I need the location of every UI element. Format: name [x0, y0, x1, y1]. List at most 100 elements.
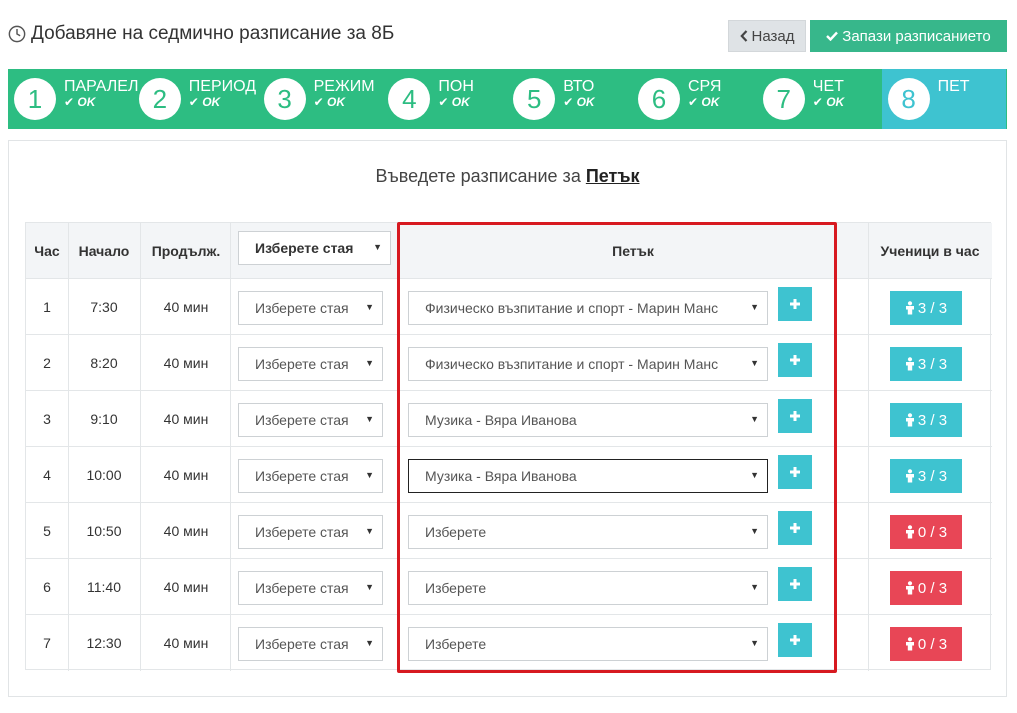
wizard-step[interactable]: 6 СРЯ ✔ OK — [632, 69, 757, 129]
cell-start: 8:20 — [90, 355, 118, 371]
table-header: Час Начало Продълж. Изберете стая ▼ Петъ… — [26, 223, 992, 279]
step-status-text: OK — [451, 95, 470, 109]
step-status: ✔ OK — [563, 95, 594, 109]
add-subject-button[interactable] — [778, 399, 812, 433]
subject-select[interactable]: Изберете ▼ — [408, 515, 768, 549]
step-status-text: OK — [327, 95, 345, 109]
caret-down-icon: ▼ — [365, 358, 374, 368]
header-duration: Продълж. — [151, 243, 221, 259]
wizard-step[interactable]: 4 ПОН ✔ OK — [382, 69, 507, 129]
room-select[interactable]: Изберете стая ▼ — [238, 459, 383, 493]
subject-select[interactable]: Изберете ▼ — [408, 627, 768, 661]
subject-select[interactable]: Физическо възпитание и спорт - Марин Ман… — [408, 347, 768, 381]
students-badge[interactable]: 0 / 3 — [890, 571, 962, 605]
students-badge[interactable]: 0 / 3 — [890, 515, 962, 549]
step-status: ✔ OK — [438, 95, 469, 109]
back-button[interactable]: Назад — [728, 20, 806, 52]
check-icon — [826, 31, 839, 41]
wizard-step[interactable]: 1 ПАРАЛЕЛ ✔ OK — [8, 69, 138, 129]
plus-icon — [790, 411, 800, 421]
step-label: ПЕРИОД — [188, 78, 257, 95]
wizard-step[interactable]: 8 ПЕТ — [881, 69, 1007, 129]
wizard-step[interactable]: 2 ПЕРИОД ✔ OK — [133, 69, 258, 129]
wizard-step[interactable]: 7 ЧЕТ ✔ OK — [757, 69, 882, 129]
room-select-text: Изберете стая — [255, 356, 349, 372]
step-status-text: OK — [576, 95, 595, 109]
cell-hour: 7 — [43, 635, 51, 651]
room-select[interactable]: Изберете стая ▼ — [238, 291, 383, 325]
step-number: 7 — [762, 78, 805, 120]
step-number: 8 — [887, 78, 930, 120]
subject-select[interactable]: Музика - Вяра Иванова ▼ — [408, 403, 768, 437]
add-subject-button[interactable] — [778, 623, 812, 657]
room-select[interactable]: Изберете стая ▼ — [238, 347, 383, 381]
student-icon — [905, 301, 914, 315]
step-label: ПАРАЛЕЛ — [64, 78, 139, 95]
save-schedule-button[interactable]: Запази разписанието — [810, 20, 1007, 52]
cell-duration: 40 мин — [163, 523, 209, 539]
step-status: ✔ OK — [813, 95, 844, 109]
student-icon — [905, 581, 914, 595]
caret-down-icon: ▼ — [750, 470, 759, 480]
cell-hour: 5 — [43, 523, 51, 539]
caret-down-icon: ▼ — [750, 302, 759, 312]
step-label: РЕЖИМ — [313, 78, 375, 95]
step-label: СРЯ — [687, 78, 722, 95]
subject-select[interactable]: Изберете ▼ — [408, 571, 768, 605]
step-label: ПОН — [438, 78, 474, 95]
caret-down-icon: ▼ — [365, 582, 374, 592]
add-subject-button[interactable] — [778, 511, 812, 545]
add-subject-button[interactable] — [778, 455, 812, 489]
room-select[interactable]: Изберете стая ▼ — [238, 403, 383, 437]
students-badge[interactable]: 3 / 3 — [890, 347, 962, 381]
wizard-step[interactable]: 3 РЕЖИМ ✔ OK — [258, 69, 383, 129]
check-icon: ✔ — [313, 95, 324, 109]
step-status: ✔ OK — [64, 95, 95, 109]
caret-down-icon: ▼ — [365, 638, 374, 648]
caret-down-icon: ▼ — [750, 358, 759, 368]
subject-select-text: Изберете — [425, 580, 487, 596]
student-icon — [905, 357, 914, 371]
student-icon — [905, 469, 914, 483]
subject-select[interactable]: Физическо възпитание и спорт - Марин Ман… — [408, 291, 768, 325]
cell-hour: 3 — [43, 411, 51, 427]
add-subject-button[interactable] — [778, 343, 812, 377]
students-count: 3 / 3 — [917, 355, 948, 373]
wizard-step[interactable]: 5 ВТО ✔ OK — [507, 69, 632, 129]
students-count: 0 / 3 — [917, 635, 948, 653]
add-subject-button[interactable] — [778, 567, 812, 601]
plus-icon — [790, 467, 800, 477]
students-badge[interactable]: 3 / 3 — [890, 403, 962, 437]
page-title: Добавяне на седмично разписание за 8Б — [8, 22, 394, 46]
caret-down-icon: ▼ — [750, 638, 759, 648]
subject-select-text: Изберете — [425, 524, 487, 540]
cell-start: 9:10 — [90, 411, 118, 427]
table-row: 7 12:30 40 мин Изберете стая ▼ Изберете ▼ 0 / 3 — [26, 615, 992, 671]
room-select[interactable]: Изберете стая ▼ — [238, 571, 383, 605]
check-icon: ✔ — [438, 95, 449, 109]
room-select-text: Изберете стая — [255, 524, 349, 540]
students-count: 3 / 3 — [917, 411, 948, 429]
room-select[interactable]: Изберете стая ▼ — [238, 515, 383, 549]
table-row: 5 10:50 40 мин Изберете стая ▼ Изберете ▼ 0 / 3 — [26, 503, 992, 559]
add-subject-button[interactable] — [778, 287, 812, 321]
room-select-text: Изберете стая — [255, 580, 349, 596]
check-icon: ✔ — [687, 95, 699, 109]
page-title-text: Добавяне на седмично разписание за 8Б — [31, 23, 395, 44]
room-select[interactable]: Изберете стая ▼ — [238, 627, 383, 661]
room-select-text: Изберете стая — [255, 636, 349, 652]
students-badge[interactable]: 0 / 3 — [890, 627, 962, 661]
subject-select[interactable]: Музика - Вяра Иванова ▼ — [408, 459, 768, 493]
plus-icon — [790, 579, 800, 589]
plus-icon — [790, 299, 800, 309]
room-select-text: Изберете стая — [255, 468, 349, 484]
students-count: 3 / 3 — [917, 467, 948, 485]
room-select-all[interactable]: Изберете стая ▼ — [238, 231, 391, 265]
step-status-text: OK — [701, 95, 720, 109]
table-row: 2 8:20 40 мин Изберете стая ▼ Физическо възпи… — [26, 335, 992, 391]
caret-down-icon: ▼ — [365, 470, 374, 480]
students-badge[interactable]: 3 / 3 — [890, 459, 962, 493]
plus-icon — [790, 523, 800, 533]
step-number: 6 — [637, 78, 680, 120]
students-badge[interactable]: 3 / 3 — [890, 291, 962, 325]
